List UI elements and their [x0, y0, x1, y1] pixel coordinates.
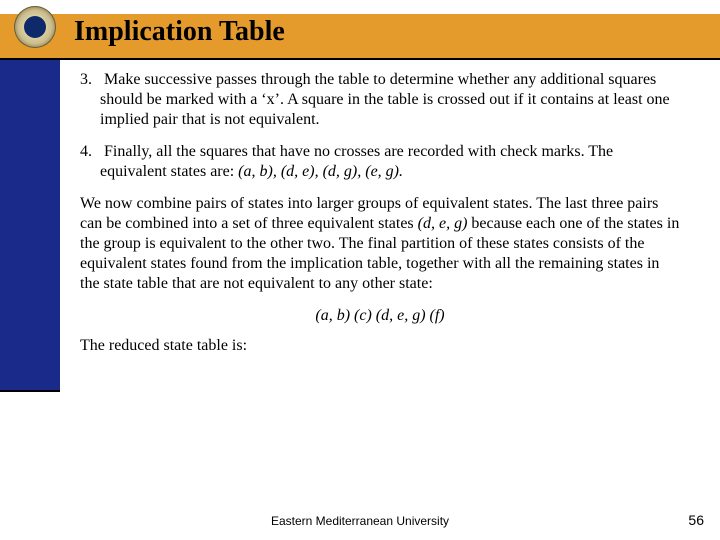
- paragraph-combine: We now combine pairs of states into larg…: [80, 194, 680, 294]
- list-number: 4.: [80, 143, 92, 160]
- equiv-pairs: (a, b), (d, e), (d, g), (e, g).: [238, 163, 403, 180]
- logo-outer-ring: [14, 6, 56, 48]
- university-logo: [14, 6, 56, 48]
- list-number: 3.: [80, 71, 92, 88]
- footer-text: Eastern Mediterranean University: [0, 514, 720, 528]
- paragraph-reduced: The reduced state table is:: [80, 336, 680, 356]
- list-item-4: 4. Finally, all the squares that have no…: [80, 142, 680, 182]
- list-item-3: 3. Make successive passes through the ta…: [80, 70, 680, 130]
- slide-content: 3. Make successive passes through the ta…: [80, 70, 680, 368]
- side-panel: [0, 60, 60, 390]
- combine-set: (d, e, g): [418, 215, 468, 232]
- logo-inner-circle: [24, 16, 46, 38]
- page-number: 56: [688, 512, 704, 528]
- list-text: Make successive passes through the table…: [100, 71, 670, 128]
- side-divider: [0, 390, 60, 392]
- header-rule: [0, 58, 720, 60]
- slide: Implication Table 3. Make successive pas…: [0, 0, 720, 540]
- slide-title: Implication Table: [74, 16, 285, 48]
- partition-line: (a, b) (c) (d, e, g) (f): [80, 306, 680, 326]
